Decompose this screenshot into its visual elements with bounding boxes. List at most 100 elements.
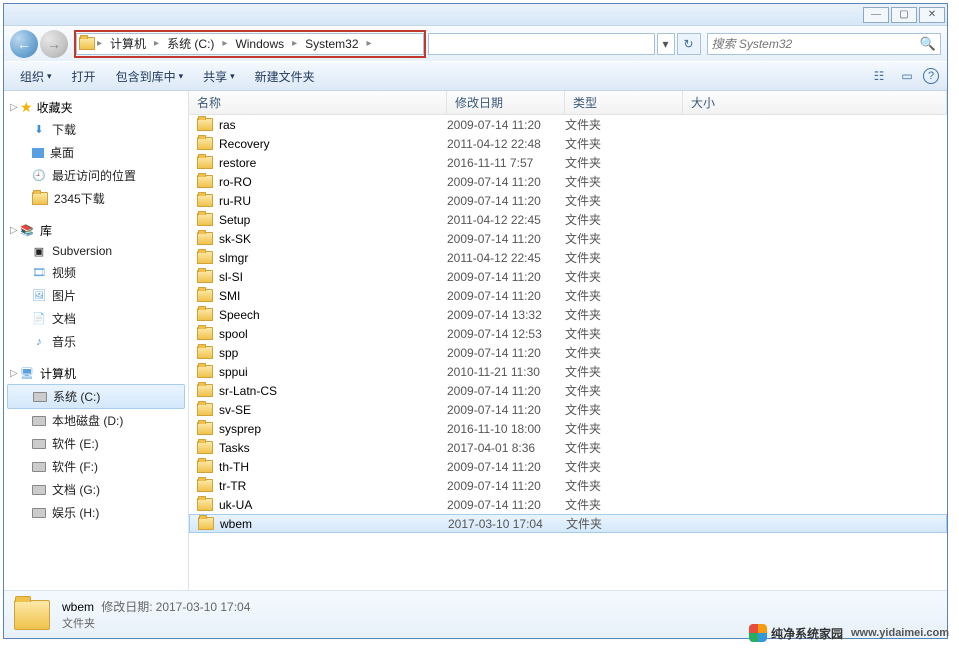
column-type[interactable]: 类型 — [565, 91, 683, 114]
column-name[interactable]: 名称 — [189, 91, 447, 114]
sidebar-header-computer[interactable]: ▷🖥计算机 — [4, 363, 188, 384]
sidebar-item-2345[interactable]: 2345下载 — [4, 187, 188, 210]
file-date: 2009-07-14 11:20 — [447, 460, 565, 474]
minimize-button[interactable]: ― — [863, 7, 889, 23]
toolbar-new-folder[interactable]: 新建文件夹 — [245, 61, 325, 91]
breadcrumb-sep[interactable]: ▸ — [95, 38, 104, 49]
toolbar-include-library[interactable]: 包含到库中▾ — [106, 61, 194, 91]
preview-pane-icon[interactable]: ▭ — [895, 64, 919, 88]
breadcrumb-item[interactable]: System32 — [299, 34, 364, 54]
refresh-button[interactable]: ↻ — [677, 33, 701, 55]
column-size[interactable]: 大小 — [683, 91, 947, 114]
sidebar-item-drive-e[interactable]: 软件 (E:) — [4, 432, 188, 455]
search-input[interactable] — [712, 37, 920, 51]
toolbar-open[interactable]: 打开 — [62, 61, 106, 91]
sidebar-header-favorites[interactable]: ▷★收藏夹 — [4, 97, 188, 118]
sidebar-header-libraries[interactable]: ▷📚库 — [4, 220, 188, 241]
sidebar-item-drive-d[interactable]: 本地磁盘 (D:) — [4, 409, 188, 432]
folder-icon — [197, 479, 213, 492]
address-bar[interactable]: ▸ 计算机 ▸ 系统 (C:) ▸ Windows ▸ System32 ▸ — [76, 33, 424, 55]
toolbar-organize[interactable]: 组织▾ — [10, 61, 62, 91]
breadcrumb-item[interactable]: 计算机 — [104, 34, 152, 54]
sidebar-item-drive-c[interactable]: 系统 (C:) — [7, 384, 185, 409]
table-row[interactable]: Recovery2011-04-12 22:48文件夹 — [189, 134, 947, 153]
sidebar-item-pictures[interactable]: 🖼图片 — [4, 284, 188, 307]
file-type: 文件夹 — [565, 439, 683, 456]
sidebar-item-downloads[interactable]: ⬇下载 — [4, 118, 188, 141]
search-bar[interactable]: 🔍 — [707, 33, 942, 55]
breadcrumb-sep[interactable]: ▸ — [220, 38, 229, 49]
table-row[interactable]: tr-TR2009-07-14 11:20文件夹 — [189, 476, 947, 495]
sidebar-item-documents[interactable]: 📄文档 — [4, 307, 188, 330]
help-icon[interactable]: ? — [923, 68, 939, 84]
address-dropdown[interactable]: ▾ — [657, 33, 675, 55]
file-name: wbem — [220, 517, 252, 531]
table-row[interactable]: slmgr2011-04-12 22:45文件夹 — [189, 248, 947, 267]
table-row[interactable]: ras2009-07-14 11:20文件夹 — [189, 115, 947, 134]
table-row[interactable]: sv-SE2009-07-14 11:20文件夹 — [189, 400, 947, 419]
file-date: 2009-07-14 11:20 — [447, 194, 565, 208]
sidebar-item-music[interactable]: ♪音乐 — [4, 330, 188, 353]
table-row[interactable]: spool2009-07-14 12:53文件夹 — [189, 324, 947, 343]
sidebar-item-drive-f[interactable]: 软件 (F:) — [4, 455, 188, 478]
table-row[interactable]: Tasks2017-04-01 8:36文件夹 — [189, 438, 947, 457]
search-icon[interactable]: 🔍 — [920, 36, 936, 52]
address-bar-extra[interactable] — [428, 33, 655, 55]
file-date: 2009-07-14 11:20 — [447, 232, 565, 246]
file-date: 2011-04-12 22:45 — [447, 251, 565, 265]
file-date: 2009-07-14 12:53 — [447, 327, 565, 341]
toolbar: 组织▾ 打开 包含到库中▾ 共享▾ 新建文件夹 ☷ ▭ ? — [4, 61, 947, 91]
sidebar-item-desktop[interactable]: 桌面 — [4, 141, 188, 164]
table-row[interactable]: sl-SI2009-07-14 11:20文件夹 — [189, 267, 947, 286]
file-name: sppui — [219, 365, 248, 379]
breadcrumb-sep[interactable]: ▸ — [152, 38, 161, 49]
file-type: 文件夹 — [565, 211, 683, 228]
file-name: sysprep — [219, 422, 261, 436]
star-icon: ★ — [20, 99, 33, 116]
column-date[interactable]: 修改日期 — [447, 91, 565, 114]
table-row[interactable]: wbem2017-03-10 17:04文件夹 — [189, 514, 947, 533]
sidebar-item-drive-h[interactable]: 娱乐 (H:) — [4, 501, 188, 524]
table-row[interactable]: sppui2010-11-21 11:30文件夹 — [189, 362, 947, 381]
breadcrumb-sep[interactable]: ▸ — [365, 38, 374, 49]
forward-button[interactable]: → — [40, 30, 68, 58]
view-icon[interactable]: ☷ — [867, 64, 891, 88]
file-date: 2009-07-14 11:20 — [447, 270, 565, 284]
file-name: spp — [219, 346, 238, 360]
table-row[interactable]: ru-RU2009-07-14 11:20文件夹 — [189, 191, 947, 210]
details-type: 文件夹 — [62, 615, 250, 631]
table-row[interactable]: ro-RO2009-07-14 11:20文件夹 — [189, 172, 947, 191]
table-row[interactable]: SMI2009-07-14 11:20文件夹 — [189, 286, 947, 305]
file-type: 文件夹 — [565, 306, 683, 323]
file-type: 文件夹 — [565, 154, 683, 171]
back-button[interactable]: ← — [10, 30, 38, 58]
library-icon: 📚 — [20, 224, 34, 238]
sidebar-item-videos[interactable]: 🎞视频 — [4, 261, 188, 284]
sidebar-item-recent[interactable]: 🕘最近访问的位置 — [4, 164, 188, 187]
table-row[interactable]: Setup2011-04-12 22:45文件夹 — [189, 210, 947, 229]
table-row[interactable]: sk-SK2009-07-14 11:20文件夹 — [189, 229, 947, 248]
table-row[interactable]: th-TH2009-07-14 11:20文件夹 — [189, 457, 947, 476]
sidebar-item-drive-g[interactable]: 文档 (G:) — [4, 478, 188, 501]
file-name: Tasks — [219, 441, 250, 455]
folder-icon — [197, 251, 213, 264]
desktop-icon — [32, 148, 44, 158]
close-button[interactable]: ✕ — [919, 7, 945, 23]
breadcrumb-item[interactable]: Windows — [229, 34, 290, 54]
table-row[interactable]: Speech2009-07-14 13:32文件夹 — [189, 305, 947, 324]
breadcrumb-item[interactable]: 系统 (C:) — [161, 34, 220, 54]
document-icon: 📄 — [32, 312, 46, 326]
sidebar-item-subversion[interactable]: ▣Subversion — [4, 241, 188, 261]
table-row[interactable]: uk-UA2009-07-14 11:20文件夹 — [189, 495, 947, 514]
breadcrumb-sep[interactable]: ▸ — [290, 38, 299, 49]
file-type: 文件夹 — [565, 382, 683, 399]
toolbar-share[interactable]: 共享▾ — [193, 61, 245, 91]
file-type: 文件夹 — [565, 344, 683, 361]
table-row[interactable]: spp2009-07-14 11:20文件夹 — [189, 343, 947, 362]
drive-icon — [32, 439, 46, 449]
file-date: 2009-07-14 13:32 — [447, 308, 565, 322]
table-row[interactable]: sysprep2016-11-10 18:00文件夹 — [189, 419, 947, 438]
maximize-button[interactable]: ▢ — [891, 7, 917, 23]
table-row[interactable]: sr-Latn-CS2009-07-14 11:20文件夹 — [189, 381, 947, 400]
table-row[interactable]: restore2016-11-11 7:57文件夹 — [189, 153, 947, 172]
